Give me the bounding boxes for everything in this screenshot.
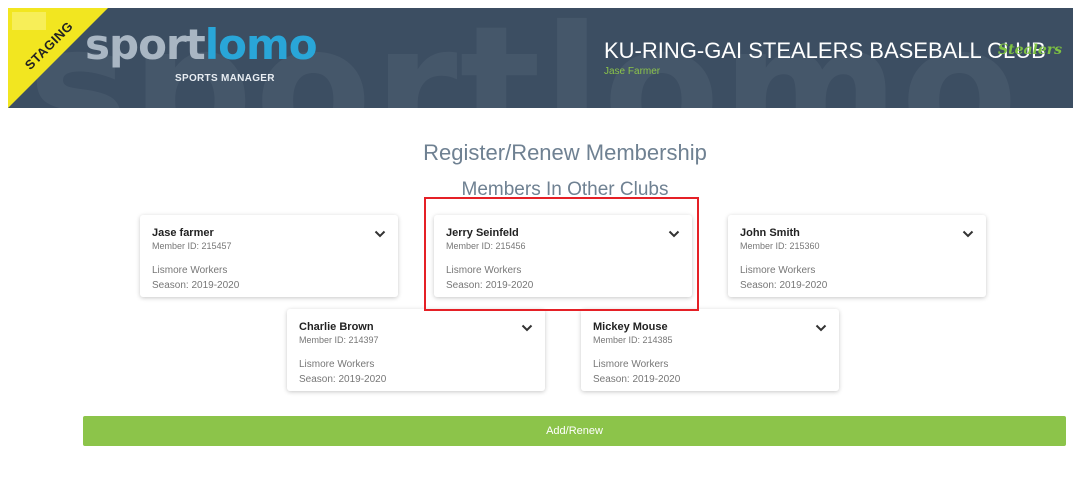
member-card[interactable]: Mickey Mouse Member ID: 214385 Lismore W…: [581, 309, 839, 391]
member-id: Member ID: 214397: [299, 335, 379, 345]
member-id: Member ID: 214385: [593, 335, 673, 345]
club-name: KU-RING-GAI STEALERS BASEBALL CLUB: [604, 38, 1046, 63]
club-logo: Stealers: [998, 42, 1063, 58]
logo-tagline: SPORTS MANAGER: [175, 73, 275, 84]
logo-part-sport: sport: [85, 20, 206, 69]
page-title: Register/Renew Membership: [423, 140, 707, 165]
member-club: Lismore Workers: [299, 359, 375, 370]
member-card[interactable]: John Smith Member ID: 215360 Lismore Wor…: [728, 215, 986, 297]
chevron-down-icon[interactable]: [374, 229, 386, 239]
chevron-down-icon[interactable]: [521, 323, 533, 333]
member-name: Charlie Brown: [299, 321, 374, 333]
member-name: Jase farmer: [152, 227, 214, 239]
app-header: sportlomo STAGING sportlomo SPORTS MANAG…: [8, 8, 1073, 108]
chevron-down-icon[interactable]: [815, 323, 827, 333]
chevron-down-icon[interactable]: [962, 229, 974, 239]
member-card[interactable]: Jase farmer Member ID: 215457 Lismore Wo…: [140, 215, 398, 297]
sportlomo-logo[interactable]: sportlomo: [85, 20, 318, 69]
user-name[interactable]: Jase Farmer: [604, 66, 660, 77]
member-club: Lismore Workers: [740, 265, 816, 276]
staging-corner-mark: [12, 12, 46, 30]
member-card[interactable]: Charlie Brown Member ID: 214397 Lismore …: [287, 309, 545, 391]
member-id: Member ID: 215457: [152, 241, 232, 251]
member-club: Lismore Workers: [152, 265, 228, 276]
member-name: John Smith: [740, 227, 800, 239]
member-season: Season: 2019-2020: [152, 280, 240, 291]
member-name: Mickey Mouse: [593, 321, 668, 333]
member-season: Season: 2019-2020: [299, 374, 387, 385]
member-club: Lismore Workers: [593, 359, 669, 370]
logo-part-lomo: lomo: [204, 20, 318, 69]
add-renew-button[interactable]: Add/Renew: [83, 416, 1066, 446]
member-season: Season: 2019-2020: [593, 374, 681, 385]
member-id: Member ID: 215360: [740, 241, 820, 251]
selection-highlight: [424, 197, 699, 311]
member-season: Season: 2019-2020: [740, 280, 828, 291]
